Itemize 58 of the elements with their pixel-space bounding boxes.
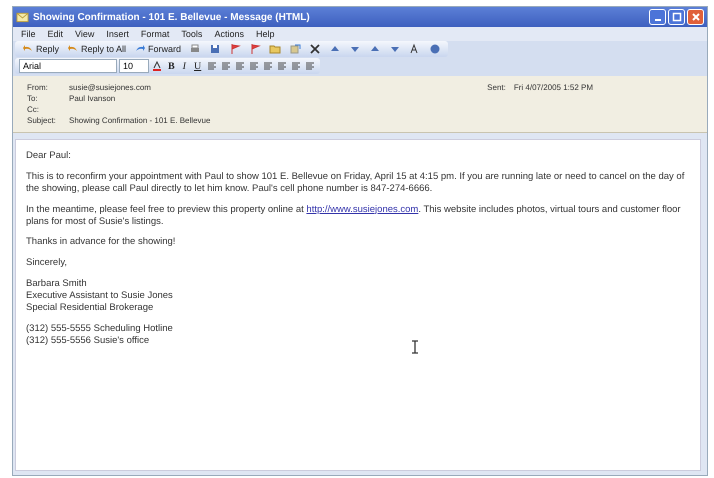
- field-label: Subject:: [27, 116, 57, 125]
- close-button[interactable]: [687, 9, 704, 25]
- menu-item[interactable]: File: [21, 29, 36, 39]
- signature-line: Special Residential Brokerage: [26, 302, 154, 314]
- reply-button[interactable]: Reply to All: [64, 42, 130, 56]
- format-button[interactable]: U: [191, 60, 204, 72]
- folder-icon[interactable]: [269, 43, 282, 55]
- reply-button[interactable]: Reply: [19, 42, 62, 56]
- menu-item[interactable]: Actions: [214, 29, 244, 39]
- format-button[interactable]: I: [180, 60, 190, 72]
- menu-item[interactable]: Edit: [48, 29, 64, 39]
- body-paragraph: Thanks in advance for the showing!: [26, 236, 176, 248]
- align-icon[interactable]: [276, 60, 288, 72]
- font-field[interactable]: Arial: [19, 59, 117, 73]
- field-label: Sent:: [487, 83, 506, 92]
- align-icon[interactable]: [262, 60, 274, 72]
- greeting-text: Dear Paul:: [26, 150, 72, 162]
- envelope-icon: [16, 11, 29, 23]
- text-cursor-icon: [411, 340, 419, 354]
- close-icon[interactable]: [309, 43, 322, 55]
- sent-date: Fri 4/07/2005 1:52 PM: [514, 83, 593, 92]
- menu-item[interactable]: Tools: [181, 29, 202, 39]
- signature-line: Barbara Smith: [26, 278, 87, 290]
- menu-item[interactable]: Format: [140, 29, 170, 39]
- phone-line: (312) 555-5556 Susie's office: [26, 334, 150, 346]
- subject-text: Showing Confirmation - 101 E. Bellevue: [69, 116, 210, 125]
- forward-button[interactable]: Forward: [131, 42, 184, 56]
- minimize-button[interactable]: [649, 9, 666, 25]
- recipient-name: Paul Ivanson: [69, 94, 116, 103]
- maximize-icon[interactable]: [672, 12, 682, 22]
- field-label: From:: [27, 83, 49, 92]
- flag-icon[interactable]: [229, 43, 242, 55]
- format-button[interactable]: B: [165, 60, 178, 72]
- menu-item[interactable]: Help: [256, 29, 274, 39]
- field-label: To:: [27, 94, 39, 103]
- body-paragraph: This is to reconfirm your appointment with Paul to show 101 E. Bellevue on Friday, April 15 at 4:15 pm. If you are running late or need to cancel on the day of the showing, please call Paul directly to let him know. Paul's cell phone number is 847-274-6666.: [26, 170, 686, 195]
- align-icon[interactable]: [234, 60, 246, 72]
- align-icon[interactable]: [220, 60, 232, 72]
- body-paragraph: In the meantime, please feel free to preview this property online at http://www.susiejones.com. This website includes photos, virtual tours and customer floor plans for most of Susie's listings.: [26, 204, 682, 228]
- align-icon[interactable]: [248, 60, 260, 72]
- circle-icon[interactable]: [429, 43, 442, 55]
- sender-address: susie@susiejones.com: [69, 83, 151, 92]
- menu-item[interactable]: View: [75, 29, 94, 39]
- field-label: Cc:: [27, 105, 40, 114]
- align-icon[interactable]: [290, 60, 302, 72]
- website-link[interactable]: http://www.susiejones.com: [306, 204, 418, 215]
- align-icon[interactable]: [304, 60, 316, 72]
- font-color-icon[interactable]: [151, 60, 163, 72]
- flag-icon[interactable]: [249, 43, 262, 55]
- closing-text: Sincerely,: [26, 257, 68, 270]
- phone-line: (312) 555-5555 Scheduling Hotline: [26, 322, 173, 335]
- window-title: Showing Confirmation - 101 E. Bellevue - Message (HTML): [33, 12, 310, 22]
- printer-icon[interactable]: [189, 43, 202, 55]
- signature-line: Executive Assistant to Susie Jones: [26, 290, 173, 302]
- maximize-button[interactable]: [668, 9, 685, 25]
- menu-item[interactable]: Insert: [106, 29, 129, 39]
- align-icon[interactable]: [206, 60, 218, 72]
- font-size-field[interactable]: 10: [119, 59, 149, 73]
